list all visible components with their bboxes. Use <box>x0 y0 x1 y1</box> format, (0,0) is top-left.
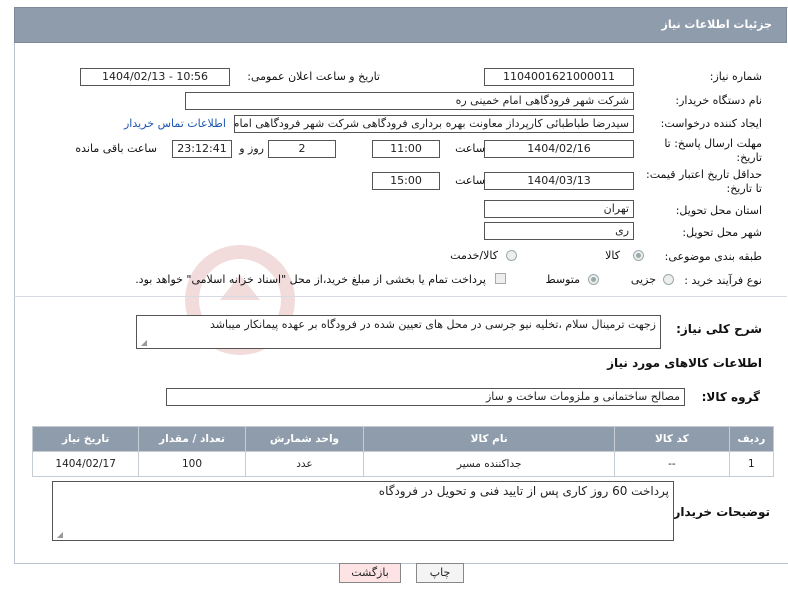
process-partial-radio[interactable] <box>663 274 674 285</box>
goods-section-title: اطلاعات کالاهای مورد نیاز <box>607 356 762 370</box>
deadline-time-label: ساعت <box>455 142 485 155</box>
goods-table-header: ردیف کد کالا نام کالا واحد شمارش تعداد /… <box>31 426 775 452</box>
creator-field: سیدرضا طباطبائی کارپرداز معاونت بهره برد… <box>234 115 634 133</box>
price-date-field: 1404/03/13 <box>484 172 634 190</box>
announce-label: تاریخ و ساعت اعلان عمومی: <box>247 70 380 83</box>
description-field: زجهت ترمینال سلام ،تخلیه نیو جرسی در محل… <box>136 315 661 349</box>
panel-header: جزئیات اطلاعات نیاز <box>14 7 787 43</box>
cell-goods-code: -- <box>614 451 730 477</box>
process-partial-label: جزیی <box>630 273 656 286</box>
process-label: نوع فرآیند خرید : <box>684 274 762 287</box>
deadline-time-field: 11:00 <box>372 140 440 158</box>
buyer-notes-field: پرداخت 60 روز کاری پس از تایید فنی و تحو… <box>52 481 674 541</box>
announce-field: 1404/02/13 - 10:56 <box>80 68 230 86</box>
goods-group-field: مصالح ساختمانی و ملزومات ساخت و ساز <box>166 388 685 406</box>
cell-unit: عدد <box>244 451 365 477</box>
city-field: ری <box>484 222 634 240</box>
price-validity-label-2: تا تاریخ: <box>726 182 762 195</box>
goods-table: ردیف کد کالا نام کالا واحد شمارش تعداد /… <box>31 426 775 477</box>
days-field: 2 <box>268 140 336 158</box>
deadline-date-field: 1404/02/16 <box>484 140 634 158</box>
province-field: تهران <box>484 200 634 218</box>
category-goods-radio[interactable] <box>633 250 644 261</box>
buyer-contact-link[interactable]: اطلاعات تماس خریدار <box>124 117 226 130</box>
category-goods-services-radio[interactable] <box>506 250 517 261</box>
buyer-label: نام دستگاه خریدار: <box>675 94 762 107</box>
col-goods-name: نام کالا <box>363 426 616 452</box>
col-quantity: تعداد / مقدار <box>138 426 246 452</box>
process-medium-radio[interactable] <box>588 274 599 285</box>
table-row: 1 -- جداکننده مسیر عدد 100 1404/02/17 <box>31 451 775 477</box>
cell-row-number: 1 <box>728 451 775 477</box>
panel-title: جزئیات اطلاعات نیاز <box>661 18 773 31</box>
cell-goods-name: جداکننده مسیر <box>363 451 616 477</box>
price-time-label: ساعت <box>455 174 485 187</box>
city-label: شهر محل تحویل: <box>682 226 762 239</box>
resize-grip-icon[interactable]: ◢ <box>55 531 63 539</box>
resize-grip-icon[interactable]: ◢ <box>139 339 147 347</box>
cell-quantity: 100 <box>138 451 246 477</box>
col-unit: واحد شمارش <box>244 426 365 452</box>
buyer-notes-label: توضیحات خریدار: <box>668 505 770 519</box>
col-goods-code: کد کالا <box>614 426 730 452</box>
buyer-field: شرکت شهر فرودگاهی امام خمینی ره <box>185 92 634 110</box>
category-goods-services-label: کالا/خدمت <box>450 249 498 262</box>
category-goods-label: کالا <box>605 249 620 262</box>
treasury-payment-checkbox[interactable] <box>495 273 506 284</box>
section-divider <box>14 296 787 297</box>
deadline-label-1: مهلت ارسال پاسخ: تا <box>664 137 762 150</box>
days-label: روز و <box>239 142 264 155</box>
province-label: استان محل تحویل: <box>675 204 762 217</box>
col-need-date: تاریخ نیاز <box>31 426 140 452</box>
remaining-time-field: 23:12:41 <box>172 140 232 158</box>
price-time-field: 15:00 <box>372 172 440 190</box>
cell-need-date: 1404/02/17 <box>31 451 140 477</box>
print-button[interactable]: چاپ <box>416 563 464 583</box>
back-button[interactable]: بازگشت <box>339 563 401 583</box>
treasury-payment-note: پرداخت تمام یا بخشی از مبلغ خرید،از محل … <box>135 273 486 286</box>
description-label: شرح کلی نیاز: <box>676 322 762 336</box>
price-validity-label-1: حداقل تاریخ اعتبار قیمت: <box>646 168 762 181</box>
goods-group-label: گروه کالا: <box>701 390 760 404</box>
deadline-label-2: تاریخ: <box>736 151 762 164</box>
need-number-label: شماره نیاز: <box>709 70 762 83</box>
creator-label: ایجاد کننده درخواست: <box>660 117 762 130</box>
process-medium-label: متوسط <box>545 273 580 286</box>
remaining-label: ساعت باقی مانده <box>75 142 157 155</box>
need-number-field: 1104001621000011 <box>484 68 634 86</box>
buyer-notes-text: پرداخت 60 روز کاری پس از تایید فنی و تحو… <box>378 484 669 498</box>
col-row-number: ردیف <box>728 426 775 452</box>
description-text: زجهت ترمینال سلام ،تخلیه نیو جرسی در محل… <box>209 318 656 331</box>
category-label: طبقه بندی موضوعی: <box>664 250 762 263</box>
